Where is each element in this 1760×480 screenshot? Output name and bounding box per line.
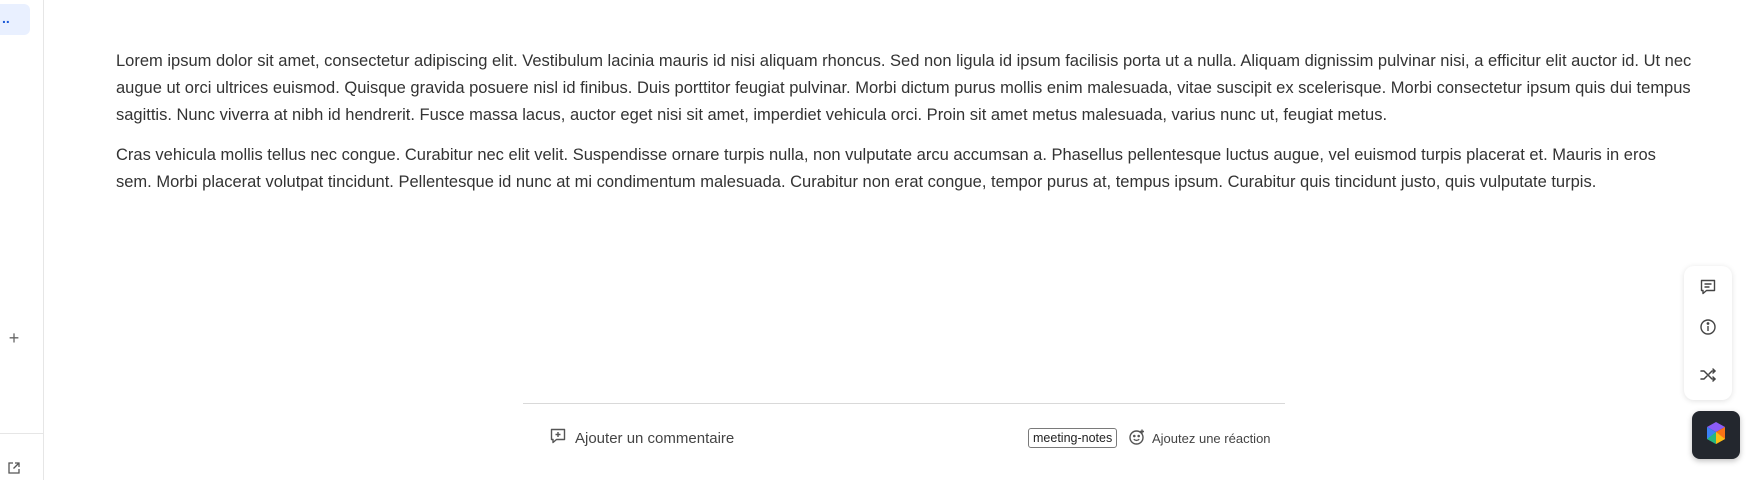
add-comment-label: Ajouter un commentaire <box>575 429 735 447</box>
right-toolbar <box>1684 266 1732 400</box>
shuffle-icon[interactable] <box>1696 363 1720 387</box>
paragraph: Cras vehicula mollis tellus nec congue. … <box>116 146 1656 191</box>
app-launcher-button[interactable] <box>1692 411 1740 459</box>
add-page-button[interactable]: + <box>6 328 22 348</box>
info-icon[interactable] <box>1696 315 1720 339</box>
tag-badge[interactable]: meeting-notes <box>1028 428 1118 448</box>
comment-icon[interactable] <box>1696 275 1720 299</box>
add-reaction-label: Ajoutez une réaction <box>1152 430 1271 446</box>
document-body: Lorem ipsum dolor sit amet, consectetur … <box>116 48 1696 209</box>
app-logo-icon <box>1703 420 1729 451</box>
external-link-icon[interactable] <box>7 461 21 475</box>
page-footer: Ajouter un commentaire meeting-notes Ajo… <box>523 403 1285 454</box>
add-reaction-icon <box>1128 428 1146 449</box>
plus-icon: + <box>8 328 20 348</box>
add-comment-button[interactable]: Ajouter un commentaire <box>549 428 734 448</box>
add-comment-icon <box>549 427 567 449</box>
paragraph: Lorem ipsum dolor sit amet, consectetur … <box>116 52 1692 124</box>
sidebar: .. + <box>0 0 44 480</box>
sidebar-divider <box>0 433 43 434</box>
add-reaction-button[interactable]: Ajoutez une réaction <box>1128 428 1271 448</box>
sidebar-item-label: .. <box>2 10 10 26</box>
sidebar-item-active[interactable]: .. <box>0 4 30 35</box>
app-root: .. + Lorem ipsum dolor sit amet, consect… <box>0 0 1760 480</box>
